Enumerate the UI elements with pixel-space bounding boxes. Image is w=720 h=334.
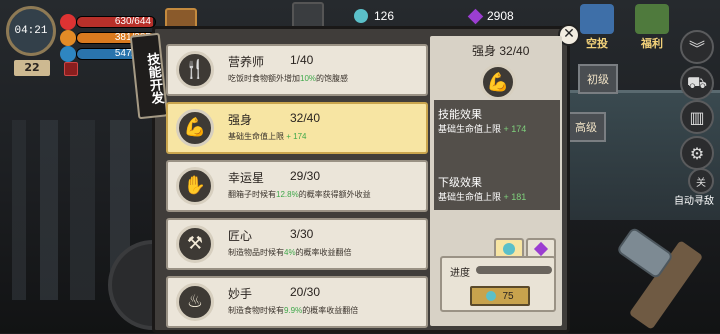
skill-name: 营养师: [228, 55, 265, 69]
heart-icon: [60, 14, 76, 30]
muscle-icon: 💪: [176, 109, 214, 147]
airdrop-label: 空投: [586, 38, 608, 50]
coin-counter: 126: [354, 6, 394, 26]
skill-card-deft-hands[interactable]: ♨ 妙手 20/30 制造食物时候有9.9%的概率收益翻倍: [166, 276, 428, 328]
skill-level: 3/30: [290, 227, 314, 241]
tab-primary[interactable]: 初级: [578, 64, 618, 94]
tab-gem-currency[interactable]: [526, 238, 556, 258]
warning-icon[interactable]: [64, 62, 78, 76]
cutlery-icon: 🍴: [176, 51, 214, 89]
progress-label: 进度: [450, 268, 470, 279]
coin-icon: [486, 291, 497, 301]
clock: 04:21: [6, 6, 56, 56]
upgrade-cost: 75: [502, 290, 514, 302]
skill-desc: 吃饭时食物额外增加10%的饱腹感: [228, 74, 349, 83]
inventory-icon[interactable]: ▥: [680, 100, 714, 134]
tab-coin-currency[interactable]: [494, 238, 524, 258]
skill-level: 32/40: [290, 111, 321, 125]
effect-header: 技能效果: [438, 109, 482, 121]
tools-icon: ⚒: [176, 225, 214, 263]
gem-value: 2908: [487, 9, 514, 23]
skill-level: 20/30: [290, 285, 321, 299]
auto-search-label[interactable]: 自动寻敌: [674, 192, 714, 207]
skill-card-lucky-star[interactable]: ✋ 幸运星 29/30 翻箱子时候有12.8%的概率获得额外收益: [166, 160, 428, 212]
gear-icon[interactable]: ⚙: [680, 136, 714, 170]
health-bar: 630/644: [76, 16, 156, 28]
effect-line: 基础生命值上限 + 174: [438, 124, 527, 134]
skill-name: 妙手: [228, 287, 253, 301]
upgrade-box: 进度 75: [440, 256, 556, 312]
gem-icon: [467, 8, 484, 24]
coin-icon: [503, 243, 515, 255]
skill-desc: 翻箱子时候有12.8%的概率获得额外收益: [228, 190, 371, 199]
skill-list: 🍴 营养师 1/40 吃饭时食物额外增加10%的饱腹感 💪 强身 32/40 基…: [166, 44, 428, 334]
skill-card-nutritionist[interactable]: 🍴 营养师 1/40 吃饭时食物额外增加10%的饱腹感: [166, 44, 428, 96]
cart-icon[interactable]: ⛟: [680, 66, 714, 100]
tab-advanced-label: 高级: [575, 122, 597, 134]
skill-name: 强身: [228, 113, 253, 127]
skill-desc: 基础生命值上限 + 174: [228, 132, 307, 141]
muscle-icon: 💪: [480, 64, 516, 100]
next-effect-header: 下级效果: [438, 177, 482, 189]
skill-level: 1/40: [290, 53, 314, 67]
welfare-button[interactable]: 福利: [632, 4, 672, 50]
tab-primary-label: 初级: [587, 74, 609, 86]
coin-value: 126: [374, 9, 395, 23]
skill-level: 29/30: [290, 169, 321, 183]
health-value: 630/644: [114, 16, 151, 27]
day-counter: 22: [14, 60, 50, 76]
water-icon: [60, 46, 76, 62]
skill-name: 匠心: [228, 229, 253, 243]
progress-bar: [476, 266, 552, 274]
chef-hat-icon: ♨: [176, 283, 214, 321]
clock-time: 04:21: [14, 25, 48, 37]
skill-card-fitness[interactable]: 💪 强身 32/40 基础生命值上限 + 174: [166, 102, 428, 154]
gem-icon: [533, 241, 549, 257]
welfare-label: 福利: [641, 38, 663, 50]
close-toggle-label: 关: [696, 177, 706, 189]
tab-advanced[interactable]: 高级: [566, 112, 606, 142]
coin-icon: [354, 9, 368, 23]
chevron-down-icon[interactable]: ︾: [680, 30, 714, 64]
skill-desc: 制造物品时候有4%的概率收益翻倍: [228, 248, 352, 257]
gem-counter: 2908: [467, 6, 514, 26]
gift-icon: [635, 4, 669, 34]
skill-name: 幸运星: [228, 171, 265, 185]
food-icon: [60, 30, 76, 46]
close-toggle-button[interactable]: 关: [688, 168, 714, 194]
skill-card-craftsmanship[interactable]: ⚒ 匠心 3/30 制造物品时候有4%的概率收益翻倍: [166, 218, 428, 270]
hand-icon: ✋: [176, 167, 214, 205]
airdrop-button[interactable]: 空投: [577, 4, 617, 50]
skill-desc: 制造食物时候有9.9%的概率收益翻倍: [228, 306, 359, 315]
next-effect-line: 基础生命值上限 + 181: [438, 192, 527, 202]
detail-title: 强身 32/40: [472, 44, 530, 58]
airdrop-icon: [580, 4, 614, 34]
upgrade-button[interactable]: 75: [470, 286, 530, 306]
